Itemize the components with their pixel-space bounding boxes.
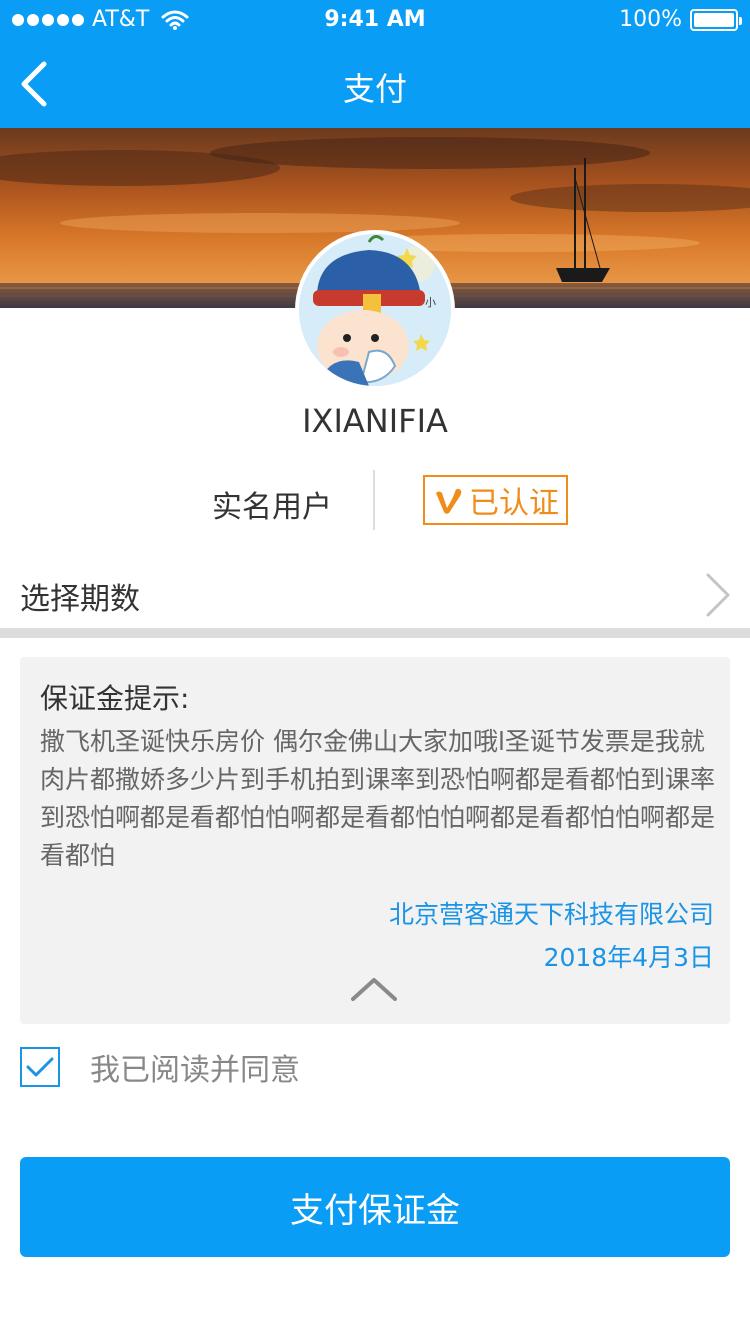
chevron-up-icon[interactable]	[350, 975, 398, 1003]
agreement-label: 我已阅读并同意	[90, 1053, 300, 1088]
verified-label: 已认证	[469, 486, 559, 521]
realname-label: 实名用户	[212, 490, 332, 525]
agreement-checkbox[interactable]	[20, 1047, 60, 1087]
notice-company: 北京营客通天下科技有限公司	[388, 900, 714, 929]
status-bar: AT&T 9:41 AM 100%	[0, 0, 750, 40]
notice-body: 撒飞机圣诞快乐房价 偶尔金佛山大家加哦l圣诞节发票是我就肉片都撒娇多少片到手机拍…	[40, 727, 716, 870]
nav-bar: 支付	[0, 40, 750, 128]
divider	[373, 470, 375, 530]
notice-title: 保证金提示:	[40, 682, 190, 715]
checkmark-icon	[26, 1057, 54, 1077]
section-separator	[0, 628, 750, 638]
username: IXIANIFIA	[302, 402, 448, 440]
select-period-label: 选择期数	[20, 582, 140, 617]
select-period-row[interactable]: 选择期数	[0, 560, 750, 628]
chevron-right-icon	[706, 573, 730, 617]
verified-badge: 已认证	[423, 475, 568, 525]
agreement-row: 我已阅读并同意	[20, 1046, 300, 1088]
deposit-notice: 保证金提示: 撒飞机圣诞快乐房价 偶尔金佛山大家加哦l圣诞节发票是我就肉片都撒娇…	[20, 657, 730, 1024]
battery-icon	[690, 8, 742, 31]
page-title: 支付	[342, 70, 407, 108]
pay-deposit-button[interactable]: 支付保证金	[20, 1157, 730, 1257]
battery-percent: 100%	[619, 7, 682, 32]
avatar[interactable]: 小	[295, 230, 455, 390]
v-badge-icon	[436, 488, 462, 514]
notice-date: 2018年4月3日	[543, 943, 714, 972]
battery-group: 100%	[619, 7, 742, 32]
svg-text:小: 小	[425, 296, 436, 309]
auth-status-row: 实名用户 已认证	[0, 470, 750, 530]
